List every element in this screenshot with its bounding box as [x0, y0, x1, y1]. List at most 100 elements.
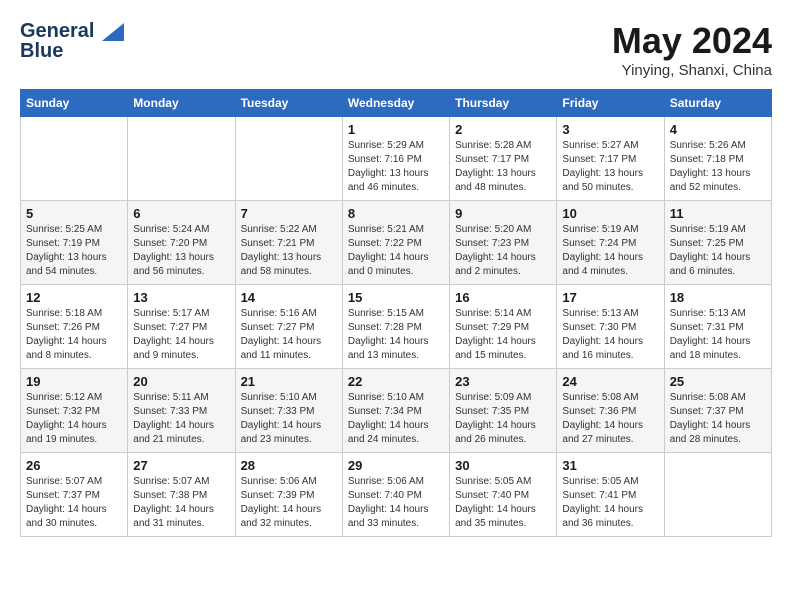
logo-text-line1: General: [20, 20, 94, 42]
calendar-cell: [664, 453, 771, 537]
day-info: Sunrise: 5:05 AMSunset: 7:40 PMDaylight:…: [455, 475, 551, 531]
calendar-cell: 9 Sunrise: 5:20 AMSunset: 7:23 PMDaylight…: [450, 201, 557, 285]
calendar-week-5: 26 Sunrise: 5:07 AMSunset: 7:37 PMDayligh…: [21, 453, 772, 537]
calendar-cell: [128, 117, 235, 201]
day-number: 31: [562, 458, 658, 473]
weekday-header-tuesday: Tuesday: [235, 90, 342, 117]
day-number: 18: [670, 290, 766, 305]
calendar-cell: 14Sunrise: 5:16 AMSunset: 7:27 PMDayligh…: [235, 285, 342, 369]
day-info: Sunrise: 5:08 AMSunset: 7:37 PMDaylight:…: [670, 391, 766, 447]
day-number: 1: [348, 122, 444, 137]
location: Yinying, Shanxi, China: [612, 62, 772, 79]
day-number: 27: [133, 458, 229, 473]
day-number: 25: [670, 374, 766, 389]
calendar-cell: 5Sunrise: 5:25 AMSunset: 7:19 PMDaylight…: [21, 201, 128, 285]
logo: General Blue: [20, 20, 124, 63]
day-info: Sunrise: 5:09 AMSunset: 7:35 PMDaylight:…: [455, 391, 551, 447]
calendar-cell: 8Sunrise: 5:21 AMSunset: 7:22 PMDaylight…: [342, 201, 449, 285]
day-number: 17: [562, 290, 658, 305]
title-block: May 2024 Yinying, Shanxi, China: [612, 20, 772, 79]
day-number: 26: [26, 458, 122, 473]
day-number: 28: [241, 458, 337, 473]
calendar-cell: 30 Sunrise: 5:05 AMSunset: 7:40 PMDayligh…: [450, 453, 557, 537]
calendar-cell: 15 Sunrise: 5:15 AMSunset: 7:28 PMDayligh…: [342, 285, 449, 369]
calendar-cell: 11 Sunrise: 5:19 AMSunset: 7:25 PMDayligh…: [664, 201, 771, 285]
day-info: Sunrise: 5:06 AMSunset: 7:40 PMDaylight:…: [348, 475, 444, 531]
calendar-header-row: SundayMondayTuesdayWednesdayThursdayFrid…: [21, 90, 772, 117]
day-info: Sunrise: 5:08 AMSunset: 7:36 PMDaylight:…: [562, 391, 658, 447]
day-number: 24: [562, 374, 658, 389]
day-info: Sunrise: 5:10 AMSunset: 7:34 PMDaylight:…: [348, 391, 444, 447]
day-number: 2: [455, 122, 551, 137]
day-number: 11: [670, 206, 766, 221]
day-number: 22: [348, 374, 444, 389]
day-number: 13: [133, 290, 229, 305]
day-number: 15: [348, 290, 444, 305]
calendar-cell: 13 Sunrise: 5:17 AMSunset: 7:27 PMDayligh…: [128, 285, 235, 369]
calendar-cell: 21Sunrise: 5:10 AMSunset: 7:33 PMDayligh…: [235, 369, 342, 453]
calendar-cell: [21, 117, 128, 201]
day-info: Sunrise: 5:16 AMSunset: 7:27 PMDaylight:…: [241, 307, 337, 363]
calendar-cell: 29 Sunrise: 5:06 AMSunset: 7:40 PMDayligh…: [342, 453, 449, 537]
day-number: 6: [133, 206, 229, 221]
day-info: Sunrise: 5:12 AMSunset: 7:32 PMDaylight:…: [26, 391, 122, 447]
calendar-cell: 19 Sunrise: 5:12 AMSunset: 7:32 PMDayligh…: [21, 369, 128, 453]
calendar-cell: 16 Sunrise: 5:14 AMSunset: 7:29 PMDayligh…: [450, 285, 557, 369]
calendar-week-1: 1 Sunrise: 5:29 AMSunset: 7:16 PMDaylight…: [21, 117, 772, 201]
calendar-cell: 28Sunrise: 5:06 AMSunset: 7:39 PMDayligh…: [235, 453, 342, 537]
day-number: 8: [348, 206, 444, 221]
day-number: 21: [241, 374, 337, 389]
calendar-week-4: 19 Sunrise: 5:12 AMSunset: 7:32 PMDayligh…: [21, 369, 772, 453]
day-info: Sunrise: 5:19 AMSunset: 7:24 PMDaylight:…: [562, 223, 658, 279]
day-info: Sunrise: 5:25 AMSunset: 7:19 PMDaylight:…: [26, 223, 122, 279]
calendar-cell: 10 Sunrise: 5:19 AMSunset: 7:24 PMDayligh…: [557, 201, 664, 285]
day-info: Sunrise: 5:14 AMSunset: 7:29 PMDaylight:…: [455, 307, 551, 363]
day-number: 10: [562, 206, 658, 221]
day-info: Sunrise: 5:26 AMSunset: 7:18 PMDaylight:…: [670, 139, 766, 195]
day-info: Sunrise: 5:19 AMSunset: 7:25 PMDaylight:…: [670, 223, 766, 279]
calendar-cell: 18Sunrise: 5:13 AMSunset: 7:31 PMDayligh…: [664, 285, 771, 369]
day-number: 9: [455, 206, 551, 221]
day-info: Sunrise: 5:24 AMSunset: 7:20 PMDaylight:…: [133, 223, 229, 279]
calendar-week-3: 12 Sunrise: 5:18 AMSunset: 7:26 PMDayligh…: [21, 285, 772, 369]
day-number: 3: [562, 122, 658, 137]
day-number: 19: [26, 374, 122, 389]
weekday-header-sunday: Sunday: [21, 90, 128, 117]
day-info: Sunrise: 5:17 AMSunset: 7:27 PMDaylight:…: [133, 307, 229, 363]
calendar-cell: 24 Sunrise: 5:08 AMSunset: 7:36 PMDayligh…: [557, 369, 664, 453]
day-number: 16: [455, 290, 551, 305]
day-info: Sunrise: 5:29 AMSunset: 7:16 PMDaylight:…: [348, 139, 444, 195]
day-info: Sunrise: 5:27 AMSunset: 7:17 PMDaylight:…: [562, 139, 658, 195]
day-number: 7: [241, 206, 337, 221]
calendar-cell: 22 Sunrise: 5:10 AMSunset: 7:34 PMDayligh…: [342, 369, 449, 453]
day-number: 30: [455, 458, 551, 473]
weekday-header-friday: Friday: [557, 90, 664, 117]
month-title: May 2024: [612, 20, 772, 62]
day-number: 4: [670, 122, 766, 137]
day-info: Sunrise: 5:15 AMSunset: 7:28 PMDaylight:…: [348, 307, 444, 363]
calendar-cell: 1 Sunrise: 5:29 AMSunset: 7:16 PMDaylight…: [342, 117, 449, 201]
day-info: Sunrise: 5:07 AMSunset: 7:37 PMDaylight:…: [26, 475, 122, 531]
calendar-cell: 27 Sunrise: 5:07 AMSunset: 7:38 PMDayligh…: [128, 453, 235, 537]
calendar-cell: 2Sunrise: 5:28 AMSunset: 7:17 PMDaylight…: [450, 117, 557, 201]
calendar-cell: 12 Sunrise: 5:18 AMSunset: 7:26 PMDayligh…: [21, 285, 128, 369]
page-header: General Blue May 2024 Yinying, Shanxi, C…: [20, 20, 772, 79]
weekday-header-thursday: Thursday: [450, 90, 557, 117]
weekday-header-monday: Monday: [128, 90, 235, 117]
calendar-cell: 31Sunrise: 5:05 AMSunset: 7:41 PMDayligh…: [557, 453, 664, 537]
day-info: Sunrise: 5:07 AMSunset: 7:38 PMDaylight:…: [133, 475, 229, 531]
logo-text-line2: Blue: [20, 40, 63, 62]
day-number: 29: [348, 458, 444, 473]
day-info: Sunrise: 5:18 AMSunset: 7:26 PMDaylight:…: [26, 307, 122, 363]
calendar-cell: 6 Sunrise: 5:24 AMSunset: 7:20 PMDaylight…: [128, 201, 235, 285]
calendar-cell: 25 Sunrise: 5:08 AMSunset: 7:37 PMDayligh…: [664, 369, 771, 453]
day-info: Sunrise: 5:22 AMSunset: 7:21 PMDaylight:…: [241, 223, 337, 279]
calendar-cell: [235, 117, 342, 201]
day-info: Sunrise: 5:20 AMSunset: 7:23 PMDaylight:…: [455, 223, 551, 279]
calendar-cell: 4 Sunrise: 5:26 AMSunset: 7:18 PMDaylight…: [664, 117, 771, 201]
day-number: 12: [26, 290, 122, 305]
calendar-cell: 26 Sunrise: 5:07 AMSunset: 7:37 PMDayligh…: [21, 453, 128, 537]
calendar-cell: 7 Sunrise: 5:22 AMSunset: 7:21 PMDaylight…: [235, 201, 342, 285]
day-number: 20: [133, 374, 229, 389]
calendar-week-2: 5Sunrise: 5:25 AMSunset: 7:19 PMDaylight…: [21, 201, 772, 285]
